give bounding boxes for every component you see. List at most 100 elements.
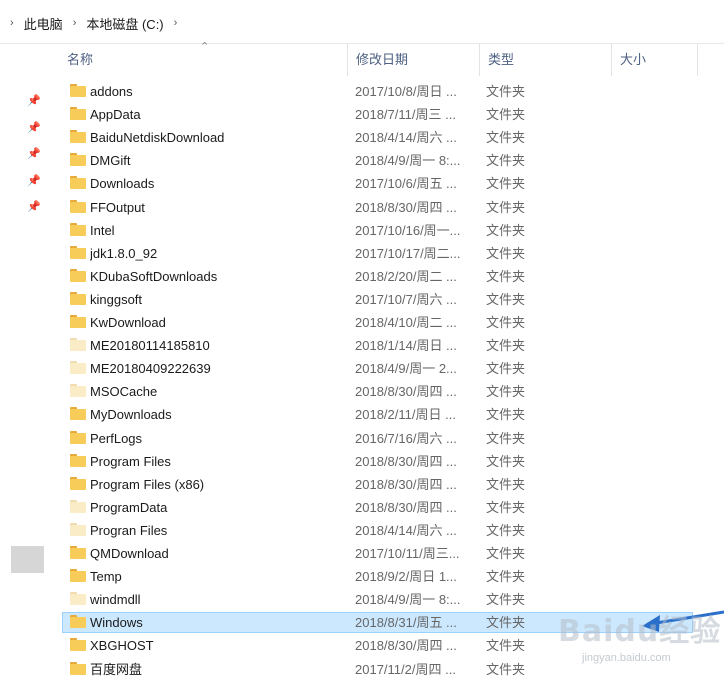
pin-icon[interactable]: 📌	[27, 121, 41, 135]
navigation-pane: 📌 📌 📌 📌 📌	[0, 44, 58, 682]
column-divider[interactable]	[697, 44, 698, 76]
file-type: 文件夹	[486, 499, 526, 515]
file-type: 文件夹	[486, 615, 526, 631]
pin-icon[interactable]: 📌	[27, 174, 41, 188]
folder-icon	[70, 476, 86, 490]
modified-date: 2018/4/10/周二 ...	[355, 315, 457, 330]
file-row[interactable]: kinggsoft 2017/10/7/周六 ... 文件夹	[58, 288, 724, 311]
file-row[interactable]: Downloads 2017/10/6/周五 ... 文件夹	[58, 172, 724, 195]
file-row[interactable]: ME20180409222639 2018/4/9/周一 2... 文件夹	[58, 357, 724, 380]
file-name: kinggsoft	[90, 291, 143, 307]
file-row[interactable]: KwDownload 2018/4/10/周二 ... 文件夹	[58, 311, 724, 334]
file-type: 文件夹	[486, 407, 526, 423]
pin-icon[interactable]: 📌	[27, 147, 41, 161]
file-name: Downloads	[90, 176, 155, 192]
folder-icon	[70, 569, 86, 583]
pin-icon[interactable]: 📌	[27, 94, 41, 108]
file-type: 文件夹	[486, 315, 526, 330]
file-type: 文件夹	[486, 84, 526, 99]
column-header-date[interactable]: 修改日期	[347, 44, 479, 76]
breadcrumb-bar: › 此电脑 › 本地磁盘 (C:) ›	[0, 0, 724, 44]
file-row[interactable]: KDubaSoftDownloads 2018/2/20/周二 ... 文件夹	[58, 265, 724, 288]
folder-icon	[70, 338, 86, 352]
chevron-right-icon[interactable]: ›	[174, 17, 178, 29]
file-name: KDubaSoftDownloads	[90, 268, 218, 284]
folder-icon	[70, 84, 86, 97]
file-name: MSOCache	[90, 384, 158, 400]
file-type: 文件夹	[486, 176, 526, 192]
column-header-type[interactable]: 类型	[479, 44, 611, 76]
file-name: FFOutput	[90, 199, 145, 215]
file-row[interactable]: PerfLogs 2016/7/16/周六 ... 文件夹	[58, 427, 724, 450]
file-name: Intel	[90, 222, 115, 238]
breadcrumb-item-local-disk[interactable]: 本地磁盘 (C:)	[86, 14, 163, 33]
chevron-right-icon[interactable]: ›	[10, 17, 14, 29]
modified-date: 2018/4/9/周一 8:...	[355, 592, 461, 608]
file-row[interactable]: ProgramData 2018/8/30/周四 ... 文件夹	[58, 496, 724, 519]
file-row[interactable]: AppData 2018/7/11/周三 ... 文件夹	[58, 103, 724, 126]
modified-date: 2017/10/11/周三...	[355, 546, 460, 561]
file-name: 百度网盘	[90, 661, 143, 677]
file-name: Temp	[90, 569, 122, 585]
file-name: KwDownload	[90, 315, 166, 330]
file-name: ProgramData	[90, 499, 168, 515]
modified-date: 2018/8/30/周四 ...	[355, 638, 457, 654]
file-row[interactable]: addons 2017/10/8/周日 ... 文件夹	[58, 80, 724, 103]
file-row[interactable]: Program Files 2018/8/30/周四 ... 文件夹	[58, 450, 724, 473]
file-row[interactable]: MSOCache 2018/8/30/周四 ... 文件夹	[58, 380, 724, 403]
file-row[interactable]: FFOutput 2018/8/30/周四 ... 文件夹	[58, 196, 724, 219]
file-row[interactable]: ME20180114185810 2018/1/14/周日 ... 文件夹	[58, 334, 724, 357]
file-row[interactable]: MyDownloads 2018/2/11/周日 ... 文件夹	[58, 403, 724, 426]
file-row[interactable]: jdk1.8.0_92 2017/10/17/周二... 文件夹	[58, 242, 724, 265]
modified-date: 2018/4/14/周六 ...	[355, 522, 457, 538]
folder-icon	[70, 315, 86, 328]
file-name: jdk1.8.0_92	[90, 245, 158, 261]
chevron-right-icon[interactable]: ›	[73, 17, 77, 29]
folder-icon	[70, 176, 86, 190]
folder-icon	[70, 430, 86, 444]
file-row[interactable]: Intel 2017/10/16/周一... 文件夹	[58, 219, 724, 242]
file-row[interactable]: windmdll 2018/4/9/周一 8:... 文件夹	[58, 588, 724, 611]
modified-date: 2018/7/11/周三 ...	[355, 107, 456, 123]
file-name: addons	[90, 84, 133, 99]
file-row[interactable]: XBGHOST 2018/8/30/周四 ... 文件夹	[58, 634, 724, 657]
folder-icon	[70, 638, 86, 652]
folder-icon	[70, 499, 86, 513]
file-type: 文件夹	[486, 338, 526, 354]
file-row[interactable]: Progran Files 2018/4/14/周六 ... 文件夹	[58, 519, 724, 542]
file-row[interactable]: Temp 2018/9/2/周日 1... 文件夹	[58, 565, 724, 588]
file-type: 文件夹	[486, 522, 526, 538]
folder-icon	[70, 522, 86, 536]
modified-date: 2016/7/16/周六 ...	[355, 430, 457, 446]
breadcrumb-item-this-pc[interactable]: 此电脑	[24, 14, 63, 33]
scrollbar-thumb[interactable]	[11, 546, 44, 573]
modified-date: 2018/8/30/周四 ...	[355, 384, 457, 400]
pin-icon[interactable]: 📌	[27, 200, 41, 214]
file-type: 文件夹	[486, 199, 526, 215]
file-row[interactable]: BaiduNetdiskDownload 2018/4/14/周六 ... 文件夹	[58, 126, 724, 149]
file-row[interactable]: QMDownload 2017/10/11/周三... 文件夹	[58, 542, 724, 565]
file-type: 文件夹	[486, 430, 526, 446]
file-row[interactable]: Windows 2018/8/31/周五 ... 文件夹	[58, 611, 724, 634]
folder-icon	[70, 291, 86, 305]
column-header-name[interactable]: 名称	[58, 44, 348, 76]
file-row[interactable]: Program Files (x86) 2018/8/30/周四 ... 文件夹	[58, 473, 724, 496]
modified-date: 2018/4/9/周一 8:...	[355, 153, 461, 169]
file-name: DMGift	[90, 153, 131, 169]
modified-date: 2018/9/2/周日 1...	[355, 569, 457, 585]
breadcrumb: › 此电脑 › 本地磁盘 (C:) ›	[10, 14, 187, 32]
file-name: ME20180114185810	[90, 338, 210, 354]
file-row[interactable]: 百度网盘 2017/11/2/周四 ... 文件夹	[58, 658, 724, 681]
file-name: PerfLogs	[90, 430, 143, 446]
folder-icon	[70, 407, 86, 421]
file-type: 文件夹	[486, 222, 526, 238]
folder-icon	[70, 268, 86, 282]
file-row[interactable]: DMGift 2018/4/9/周一 8:... 文件夹	[58, 149, 724, 172]
file-name: AppData	[90, 107, 141, 123]
modified-date: 2018/4/14/周六 ...	[355, 130, 457, 146]
folder-icon	[70, 130, 86, 144]
file-type: 文件夹	[486, 569, 526, 585]
column-header-size[interactable]: 大小	[611, 44, 697, 76]
modified-date: 2017/10/16/周一...	[355, 222, 461, 238]
file-name: MyDownloads	[90, 407, 172, 423]
